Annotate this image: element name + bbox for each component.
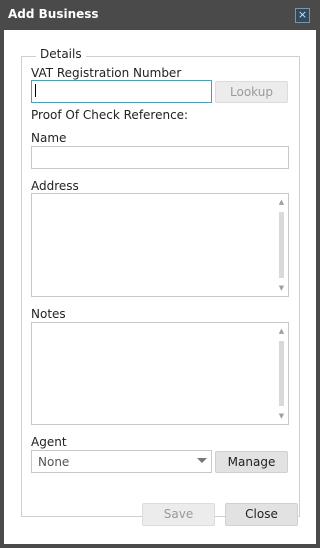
lookup-button[interactable]: Lookup	[215, 81, 288, 103]
scroll-up-icon[interactable]: ▲	[277, 198, 286, 206]
scroll-down-icon[interactable]: ▼	[277, 412, 286, 420]
text-caret	[35, 84, 36, 97]
agent-selected-value: None	[38, 455, 70, 469]
vat-label: VAT Registration Number	[31, 66, 182, 80]
scroll-down-icon[interactable]: ▼	[277, 284, 286, 292]
agent-select[interactable]: None	[31, 450, 212, 473]
notes-label: Notes	[31, 307, 66, 321]
proof-of-check-label: Proof Of Check Reference:	[31, 108, 189, 122]
close-button[interactable]: Close	[225, 503, 298, 526]
manage-button[interactable]: Manage	[215, 451, 288, 473]
vat-input[interactable]	[31, 80, 212, 103]
address-scrollbar[interactable]: ▲ ▼	[276, 198, 286, 293]
add-business-dialog: Add Business × Details VAT Registration …	[0, 0, 320, 548]
title-bar: Add Business ×	[0, 0, 320, 30]
notes-textarea[interactable]: ▲ ▼	[31, 322, 289, 425]
address-label: Address	[31, 179, 79, 193]
scroll-track[interactable]	[279, 212, 284, 278]
agent-label: Agent	[31, 435, 67, 449]
name-label: Name	[31, 131, 67, 145]
dialog-content: Details VAT Registration Number Lookup P…	[4, 30, 316, 544]
address-textarea[interactable]: ▲ ▼	[31, 193, 289, 297]
scroll-track[interactable]	[279, 341, 284, 406]
save-button[interactable]: Save	[142, 503, 215, 526]
notes-scrollbar[interactable]: ▲ ▼	[276, 327, 286, 421]
details-legend: Details	[36, 47, 86, 61]
dialog-title: Add Business	[8, 7, 99, 21]
name-input[interactable]	[31, 146, 289, 169]
scroll-up-icon[interactable]: ▲	[277, 327, 286, 335]
close-icon[interactable]: ×	[295, 8, 310, 23]
chevron-down-icon[interactable]	[197, 458, 207, 463]
